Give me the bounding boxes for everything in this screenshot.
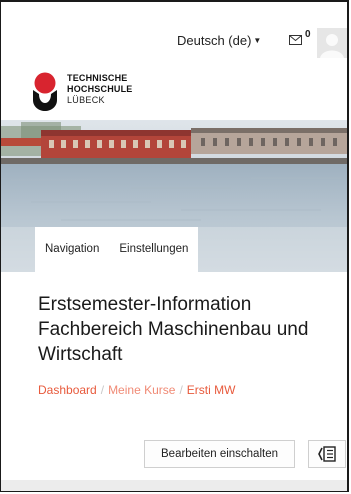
envelope-icon[interactable] [289,35,302,45]
breadcrumb-separator: / [100,383,105,397]
top-navbar: Deutsch (de) ▼ 0 [1,2,347,74]
breadcrumb-item-dashboard[interactable]: Dashboard [38,383,97,397]
tab-bar: Navigation Einstellungen [35,227,199,272]
tab-navigation[interactable]: Navigation [35,227,109,272]
th-luebeck-logo-mark [33,72,57,111]
logo-text-line1: TECHNISCHE [67,73,128,83]
drawer-toggle-button[interactable] [308,440,346,468]
page-title: Erstsemester-Information Fachbereich Mas… [38,294,309,365]
logo-text-line2: HOCHSCHULE [67,84,133,94]
language-menu[interactable]: Deutsch (de) ▼ [177,33,261,48]
message-count-badge: 0 [305,29,311,40]
breadcrumb-item-my-courses[interactable]: Meine Kurse [108,383,175,397]
language-label[interactable]: Deutsch (de) [177,33,251,48]
logo-text-line3: LÜBECK [67,95,105,105]
breadcrumb: Dashboard / Meine Kurse / Ersti MW [38,383,235,397]
app-frame: Deutsch (de) ▼ 0 TECHNISCHE HOCHSCHULE LÜ… [0,0,349,492]
edit-mode-button[interactable]: Bearbeiten einschalten [144,440,295,468]
avatar[interactable] [317,28,347,58]
drawer-toggle-icon [318,446,336,462]
user-silhouette-icon [317,28,347,58]
caret-down-icon: ▼ [253,36,262,45]
breadcrumb-separator: / [179,383,183,397]
page-header-region: Erstsemester-Information Fachbereich Mas… [1,272,347,491]
breadcrumb-item-current-course[interactable]: Ersti MW [187,383,236,397]
site-logo[interactable]: TECHNISCHE HOCHSCHULE LÜBECK [31,72,141,116]
content-divider [1,480,347,491]
tab-settings[interactable]: Einstellungen [109,227,198,272]
